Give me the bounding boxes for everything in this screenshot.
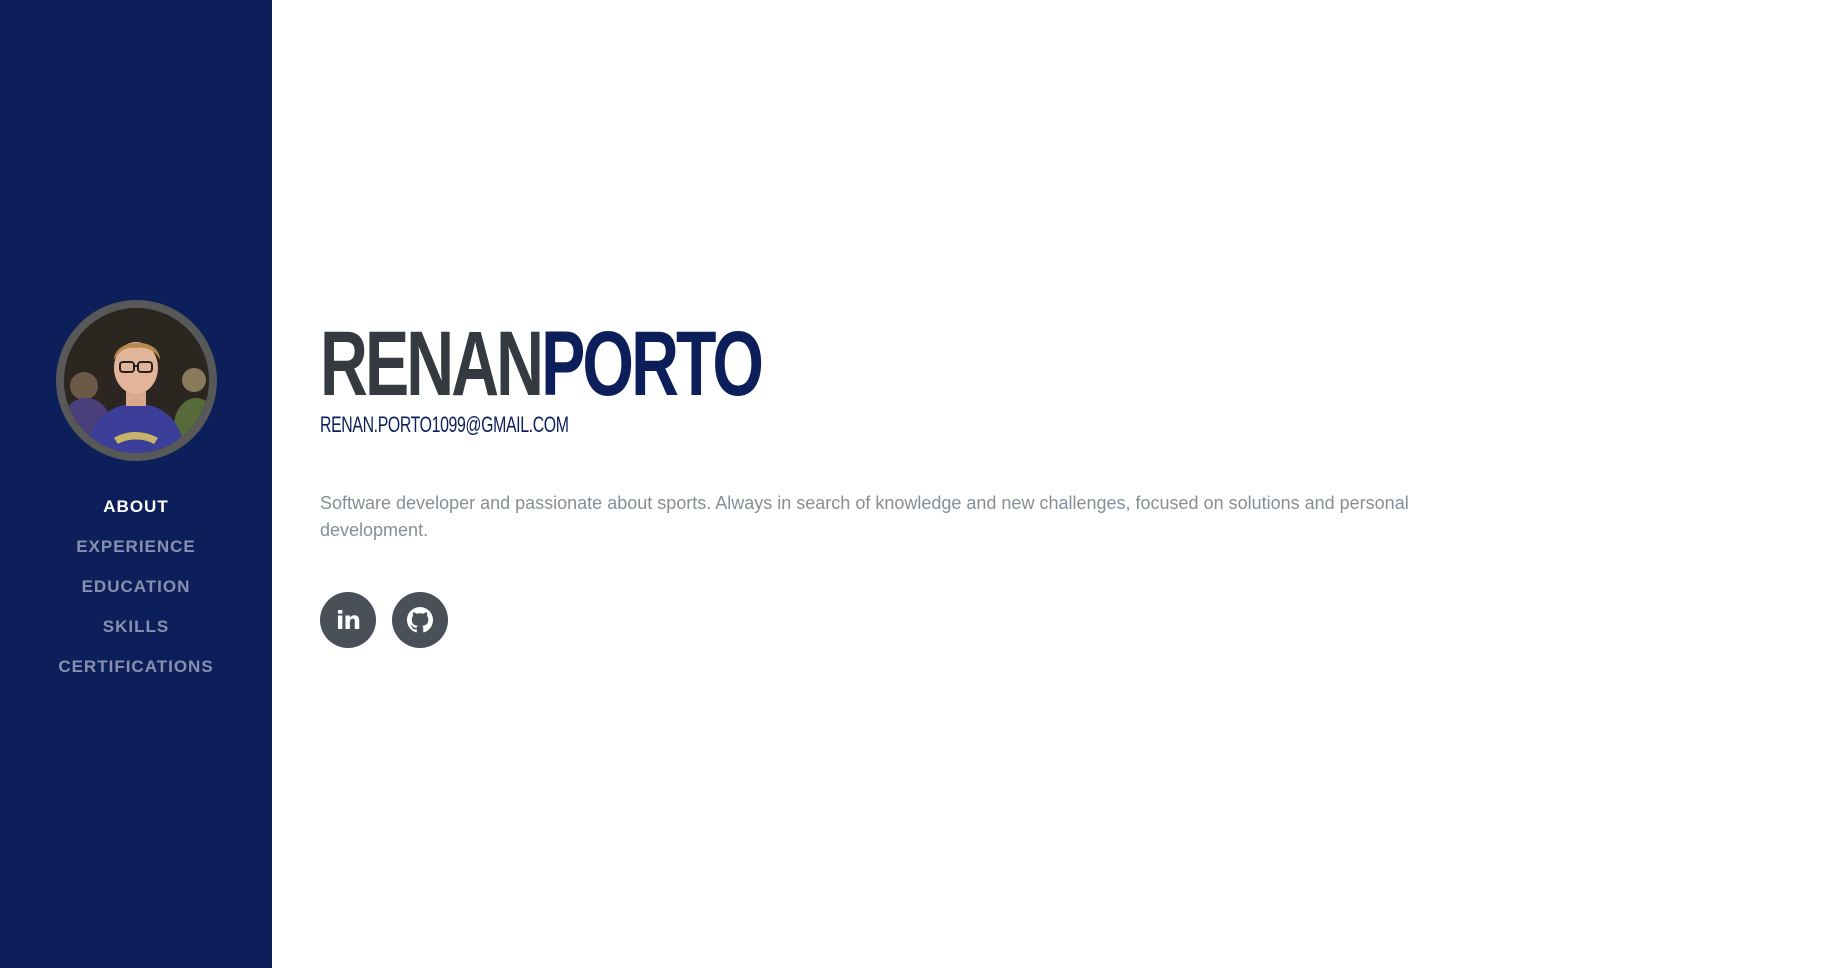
nav-item-experience[interactable]: EXPERIENCE	[76, 527, 196, 567]
linkedin-button[interactable]: in	[320, 592, 376, 648]
last-name: PORTO	[541, 313, 764, 415]
profile-avatar[interactable]	[55, 300, 217, 461]
profile-bio: Software developer and passionate about …	[320, 493, 1409, 540]
github-button[interactable]	[392, 592, 448, 648]
profile-name: RENANPORTO	[320, 318, 764, 410]
first-name: RENAN	[320, 313, 544, 415]
nav-item-certifications[interactable]: CERTIFICATIONS	[58, 647, 213, 687]
sidebar: ABOUT EXPERIENCE EDUCATION SKILLS CERTIF…	[0, 0, 272, 968]
github-icon	[407, 607, 433, 633]
sidebar-nav: ABOUT EXPERIENCE EDUCATION SKILLS CERTIF…	[58, 487, 213, 687]
nav-item-education[interactable]: EDUCATION	[82, 567, 191, 607]
social-links: in	[320, 592, 448, 648]
nav-item-skills[interactable]: SKILLS	[103, 607, 169, 647]
linkedin-icon: in	[335, 605, 361, 635]
nav-item-about[interactable]: ABOUT	[103, 487, 168, 527]
email-link[interactable]: RENAN.PORTO1099@GMAIL.COM	[320, 412, 569, 438]
